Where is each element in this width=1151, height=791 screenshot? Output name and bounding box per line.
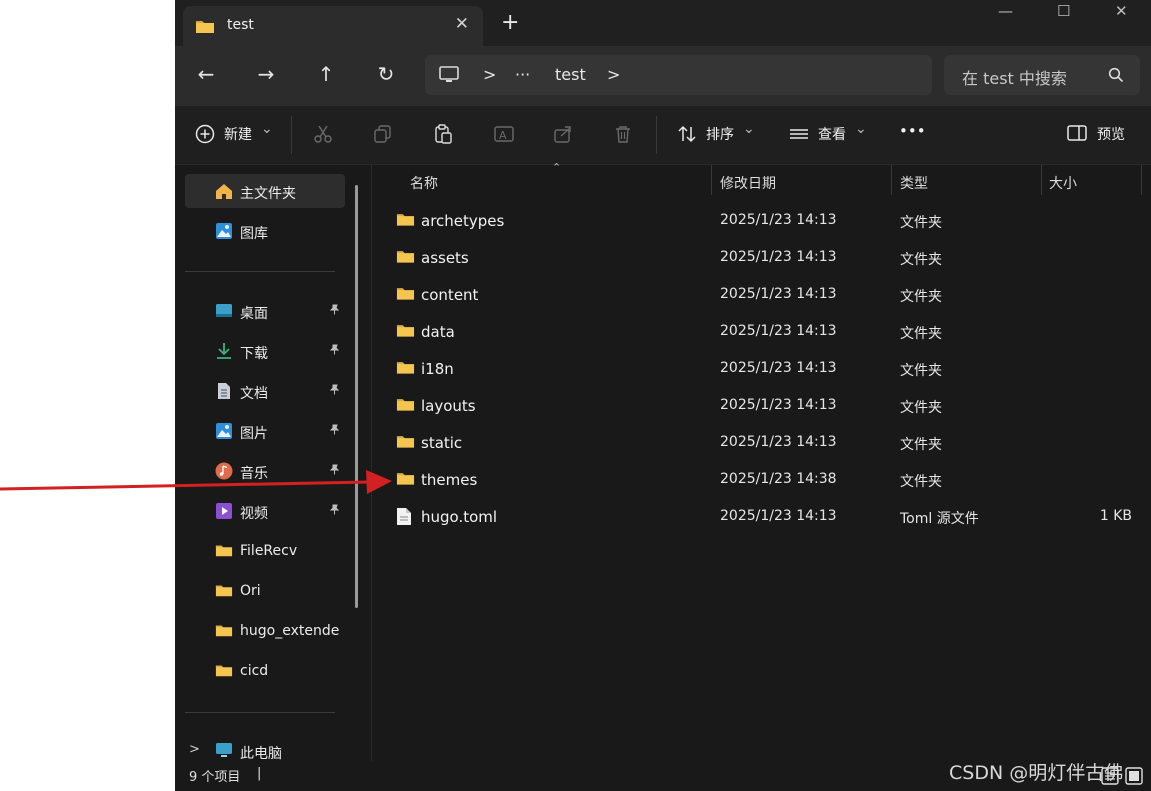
watermark: CSDN @明灯伴古佛 <box>949 762 1124 784</box>
annotation-arrow <box>0 470 392 494</box>
